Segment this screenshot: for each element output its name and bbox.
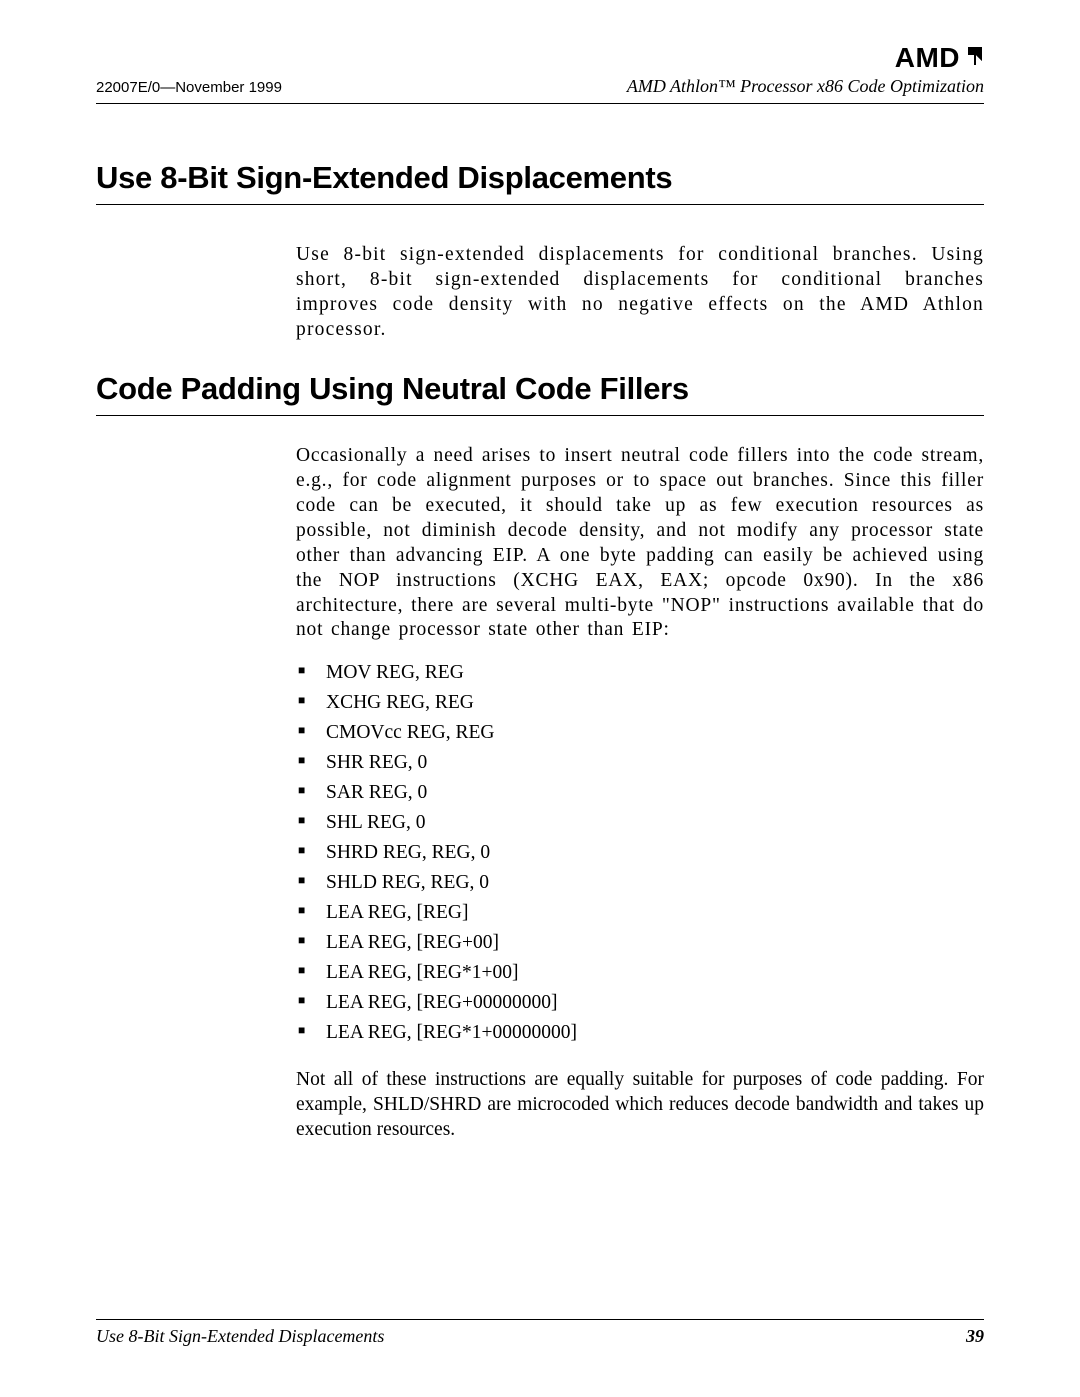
list-item: XCHG REG, REG (296, 691, 984, 716)
section-body: Use 8-bit sign-extended displacements fo… (296, 243, 984, 343)
paragraph: Use 8-bit sign-extended displacements fo… (296, 243, 984, 343)
header-row: 22007E/0—November 1999 AMD Athlon™ Proce… (96, 76, 984, 97)
list-item: MOV REG, REG (296, 661, 984, 686)
paragraph: Not all of these instructions are equall… (296, 1068, 984, 1143)
list-item: SHLD REG, REG, 0 (296, 871, 984, 896)
page-number: 39 (966, 1326, 984, 1347)
doc-title: AMD Athlon™ Processor x86 Code Optimizat… (627, 76, 984, 97)
section-1: Use 8-Bit Sign-Extended Displacements Us… (96, 160, 984, 343)
list-item: LEA REG, [REG+00] (296, 931, 984, 956)
section-body: Occasionally a need arises to insert neu… (296, 444, 984, 1143)
list-item: CMOVcc REG, REG (296, 721, 984, 746)
section-heading: Code Padding Using Neutral Code Fillers (96, 371, 984, 407)
doc-id: 22007E/0—November 1999 (96, 79, 282, 96)
section-rule (96, 204, 984, 205)
header-rule (96, 103, 984, 104)
list-item: SHRD REG, REG, 0 (296, 841, 984, 866)
section-heading: Use 8-Bit Sign-Extended Displacements (96, 160, 984, 196)
list-item: LEA REG, [REG+00000000] (296, 991, 984, 1016)
brand-arrow-icon (962, 44, 984, 72)
footer: Use 8-Bit Sign-Extended Displacements 39 (96, 1319, 984, 1347)
brand-text: AMD (895, 42, 960, 74)
list-item: LEA REG, [REG*1+00000000] (296, 1021, 984, 1046)
footer-rule (96, 1319, 984, 1320)
section-rule (96, 415, 984, 416)
footer-section-ref: Use 8-Bit Sign-Extended Displacements (96, 1326, 384, 1347)
page: AMD 22007E/0—November 1999 AMD Athlon™ P… (0, 0, 1080, 1397)
list-item: SHR REG, 0 (296, 751, 984, 776)
list-item: LEA REG, [REG*1+00] (296, 961, 984, 986)
section-2: Code Padding Using Neutral Code Fillers … (96, 371, 984, 1143)
paragraph: Occasionally a need arises to insert neu… (296, 444, 984, 644)
list-item: SAR REG, 0 (296, 781, 984, 806)
footer-row: Use 8-Bit Sign-Extended Displacements 39 (96, 1326, 984, 1347)
brand-logo: AMD (895, 42, 984, 74)
list-item: LEA REG, [REG] (296, 901, 984, 926)
instruction-list: MOV REG, REG XCHG REG, REG CMOVcc REG, R… (296, 661, 984, 1045)
list-item: SHL REG, 0 (296, 811, 984, 836)
